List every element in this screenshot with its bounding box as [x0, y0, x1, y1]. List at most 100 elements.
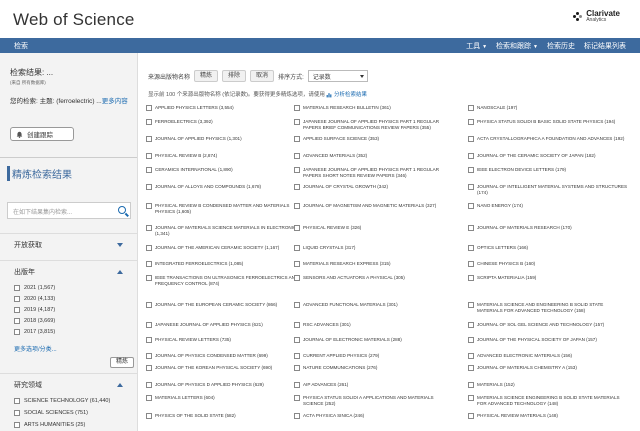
- source-checkbox-item[interactable]: JOURNAL OF THE PHYSICAL SOCIETY OF JAPAN…: [468, 337, 628, 343]
- refine-button[interactable]: 精炼: [110, 357, 134, 368]
- checkbox[interactable]: [468, 365, 474, 371]
- sort-select[interactable]: 记录数: [307, 70, 368, 82]
- checkbox[interactable]: [294, 105, 300, 111]
- checkbox[interactable]: [294, 261, 300, 267]
- checkbox[interactable]: [294, 203, 300, 209]
- source-checkbox-item[interactable]: ADVANCED ELECTRONIC MATERIALS (156): [468, 353, 628, 359]
- checkbox[interactable]: [146, 203, 152, 209]
- source-checkbox-item[interactable]: JAPANESE JOURNAL OF APPLIED PHYSICS PART…: [294, 119, 454, 130]
- refine-source-button[interactable]: 精炼: [194, 70, 219, 82]
- checkbox[interactable]: [468, 167, 474, 173]
- checkbox[interactable]: [468, 153, 474, 159]
- source-checkbox-item[interactable]: SCRIPTA MATERIALIA (159): [468, 275, 628, 281]
- source-checkbox-item[interactable]: INTEGRATED FERROELECTRICS (1,085): [146, 261, 306, 267]
- source-checkbox-item[interactable]: IEEE ELECTRON DEVICE LETTERS (179): [468, 167, 628, 173]
- source-checkbox-item[interactable]: PHYSICAL REVIEW MATERIALS (148): [468, 413, 628, 419]
- checkbox[interactable]: [146, 353, 152, 359]
- source-checkbox-item[interactable]: PHYSICAL REVIEW B CONDENSED MATTER AND M…: [146, 203, 306, 214]
- query-more-link[interactable]: 更多内容: [102, 98, 128, 105]
- source-checkbox-item[interactable]: NANO ENERGY (174): [468, 203, 628, 209]
- checkbox[interactable]: [468, 119, 474, 125]
- source-checkbox-item[interactable]: FERROELECTRICS (3,392): [146, 119, 306, 125]
- checkbox[interactable]: [294, 382, 300, 388]
- source-checkbox-item[interactable]: MATERIALS (152): [468, 382, 628, 388]
- clarivate-brand[interactable]: Clarivate Analytics: [573, 10, 620, 23]
- source-checkbox-item[interactable]: APPLIED PHYSICS LETTERS (3,554): [146, 105, 306, 111]
- checkbox[interactable]: [146, 365, 152, 371]
- source-checkbox-item[interactable]: JOURNAL OF THE EUROPEAN CERAMIC SOCIETY …: [146, 302, 306, 308]
- checkbox[interactable]: [146, 261, 152, 267]
- checkbox[interactable]: [14, 398, 20, 404]
- area-checkbox[interactable]: SCIENCE TECHNOLOGY (61,440): [14, 398, 110, 404]
- source-checkbox-item[interactable]: JOURNAL OF PHYSICS D APPLIED PHYSICS (62…: [146, 382, 306, 388]
- source-checkbox-item[interactable]: NANOSCALE (197): [468, 105, 628, 111]
- source-checkbox-item[interactable]: JOURNAL OF MATERIALS CHEMISTRY A (153): [468, 365, 628, 371]
- source-checkbox-item[interactable]: MATERIALS RESEARCH EXPRESS (315): [294, 261, 454, 267]
- checkbox[interactable]: [146, 119, 152, 125]
- app-logo[interactable]: Web of Science: [13, 10, 135, 30]
- source-checkbox-item[interactable]: PHYSICAL REVIEW LETTERS (735): [146, 337, 306, 343]
- checkbox[interactable]: [146, 322, 152, 328]
- source-checkbox-item[interactable]: MATERIALS SCIENCE AND ENGINEERING B SOLI…: [468, 302, 628, 313]
- checkbox[interactable]: [294, 153, 300, 159]
- source-checkbox-item[interactable]: OPTICS LETTERS (166): [468, 245, 628, 251]
- source-checkbox-item[interactable]: JOURNAL OF CRYSTAL GROWTH (342): [294, 184, 454, 190]
- source-checkbox-item[interactable]: JOURNAL OF SOL GEL SCIENCE AND TECHNOLOG…: [468, 322, 628, 328]
- checkbox[interactable]: [468, 136, 474, 142]
- pub-year-title[interactable]: 出版年: [14, 267, 35, 277]
- checkbox[interactable]: [468, 261, 474, 267]
- nav-search[interactable]: 检索: [14, 41, 28, 51]
- checkbox[interactable]: [294, 245, 300, 251]
- checkbox[interactable]: [294, 184, 300, 190]
- checkbox[interactable]: [468, 225, 474, 231]
- source-checkbox-item[interactable]: MATERIALS LETTERS (604): [146, 395, 306, 401]
- source-checkbox-item[interactable]: JOURNAL OF ELECTRONIC MATERIALS (288): [294, 337, 454, 343]
- checkbox[interactable]: [468, 382, 474, 388]
- source-checkbox-item[interactable]: JOURNAL OF MATERIALS SCIENCE MATERIALS I…: [146, 225, 306, 236]
- checkbox[interactable]: [468, 245, 474, 251]
- checkbox[interactable]: [294, 322, 300, 328]
- year-checkbox[interactable]: 2019 (4,187): [14, 307, 55, 313]
- checkbox[interactable]: [294, 275, 300, 281]
- checkbox[interactable]: [468, 413, 474, 419]
- checkbox[interactable]: [146, 413, 152, 419]
- checkbox[interactable]: [468, 337, 474, 343]
- checkbox[interactable]: [468, 203, 474, 209]
- source-checkbox-item[interactable]: ACTA PHYSICA SINICA (246): [294, 413, 454, 419]
- checkbox[interactable]: [146, 395, 152, 401]
- checkbox[interactable]: [468, 353, 474, 359]
- source-checkbox-item[interactable]: CHINESE PHYSICS B (160): [468, 261, 628, 267]
- checkbox[interactable]: [14, 307, 20, 313]
- source-checkbox-item[interactable]: PHYSICS OF THE SOLID STATE (582): [146, 413, 306, 419]
- checkbox[interactable]: [294, 413, 300, 419]
- checkbox[interactable]: [146, 225, 152, 231]
- source-checkbox-item[interactable]: JOURNAL OF THE CERAMIC SOCIETY OF JAPAN …: [468, 153, 628, 159]
- chevron-up-icon[interactable]: [117, 383, 123, 387]
- area-checkbox[interactable]: ARTS HUMANITIES (25): [14, 422, 85, 428]
- nav-tools[interactable]: 工具 ▼: [466, 41, 487, 51]
- source-checkbox-item[interactable]: JOURNAL OF MATERIALS RESEARCH (170): [468, 225, 628, 231]
- checkbox[interactable]: [294, 337, 300, 343]
- source-checkbox-item[interactable]: PHYSICA STATUS SOLIDI B BASIC SOLID STAT…: [468, 119, 628, 125]
- checkbox[interactable]: [146, 302, 152, 308]
- cancel-button[interactable]: 取消: [250, 70, 275, 82]
- checkbox[interactable]: [294, 225, 300, 231]
- source-checkbox-item[interactable]: MATERIALS RESEARCH BULLETIN (361): [294, 105, 454, 111]
- checkbox[interactable]: [146, 184, 152, 190]
- checkbox[interactable]: [146, 245, 152, 251]
- checkbox[interactable]: [468, 275, 474, 281]
- checkbox[interactable]: [146, 105, 152, 111]
- source-checkbox-item[interactable]: APPLIED SURFACE SCIENCE (353): [294, 136, 454, 142]
- checkbox[interactable]: [294, 365, 300, 371]
- source-checkbox-item[interactable]: ACTA CRYSTALLOGRAPHICA A FOUNDATION AND …: [468, 136, 628, 142]
- exclude-button[interactable]: 排除: [222, 70, 247, 82]
- source-checkbox-item[interactable]: JOURNAL OF PHYSICS CONDENSED MATTER (699…: [146, 353, 306, 359]
- year-checkbox[interactable]: 2018 (3,669): [14, 318, 55, 324]
- source-checkbox-item[interactable]: AIP ADVANCES (261): [294, 382, 454, 388]
- checkbox[interactable]: [14, 422, 20, 428]
- checkbox[interactable]: [294, 302, 300, 308]
- source-checkbox-item[interactable]: PHYSICA STATUS SOLIDI A APPLICATIONS AND…: [294, 395, 454, 406]
- source-checkbox-item[interactable]: LIQUID CRYSTALS (317): [294, 245, 454, 251]
- source-checkbox-item[interactable]: JAPANESE JOURNAL OF APPLIED PHYSICS PART…: [294, 167, 454, 178]
- nav-search-history[interactable]: 检索历史: [547, 41, 575, 51]
